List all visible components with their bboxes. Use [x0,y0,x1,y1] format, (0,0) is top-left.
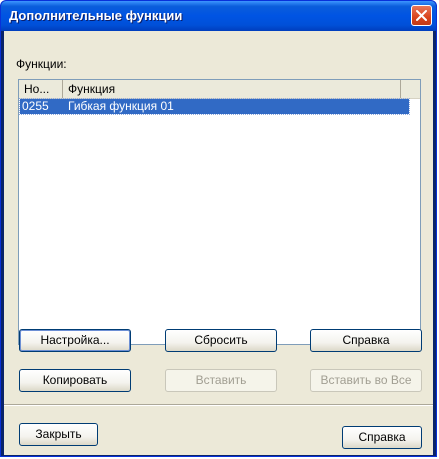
column-header-number[interactable]: Но... [19,80,63,98]
close-icon [416,10,427,21]
settings-button[interactable]: Настройка... [19,329,131,352]
column-header-function[interactable]: Функция [63,80,401,98]
dialog-body: Функции: Но... Функция 0255 Гибкая функц… [4,31,433,455]
copy-button[interactable]: Копировать [19,369,131,392]
row-function-name: Гибкая функция 01 [68,99,174,113]
help-button-bottom[interactable]: Справка [342,426,422,449]
paste-all-button: Вставить во Все [310,369,422,392]
help-button-top[interactable]: Справка [310,329,422,352]
separator [4,404,433,406]
list-header: Но... Функция [19,80,420,99]
close-button[interactable]: Закрыть [19,423,98,446]
title-bar[interactable]: Дополнительные функции [1,1,436,31]
row-number: 0255 [22,99,49,113]
functions-list[interactable]: Но... Функция 0255 Гибкая функция 01 [18,79,421,345]
functions-label: Функции: [16,57,67,71]
window-title: Дополнительные функции [9,8,183,23]
close-window-button[interactable] [411,5,432,26]
dialog-window: Дополнительные функции Функции: Но... Фу… [0,0,437,457]
reset-button[interactable]: Сбросить [165,329,277,352]
paste-button: Вставить [165,369,277,392]
list-row-selected[interactable]: 0255 Гибкая функция 01 [19,98,410,115]
